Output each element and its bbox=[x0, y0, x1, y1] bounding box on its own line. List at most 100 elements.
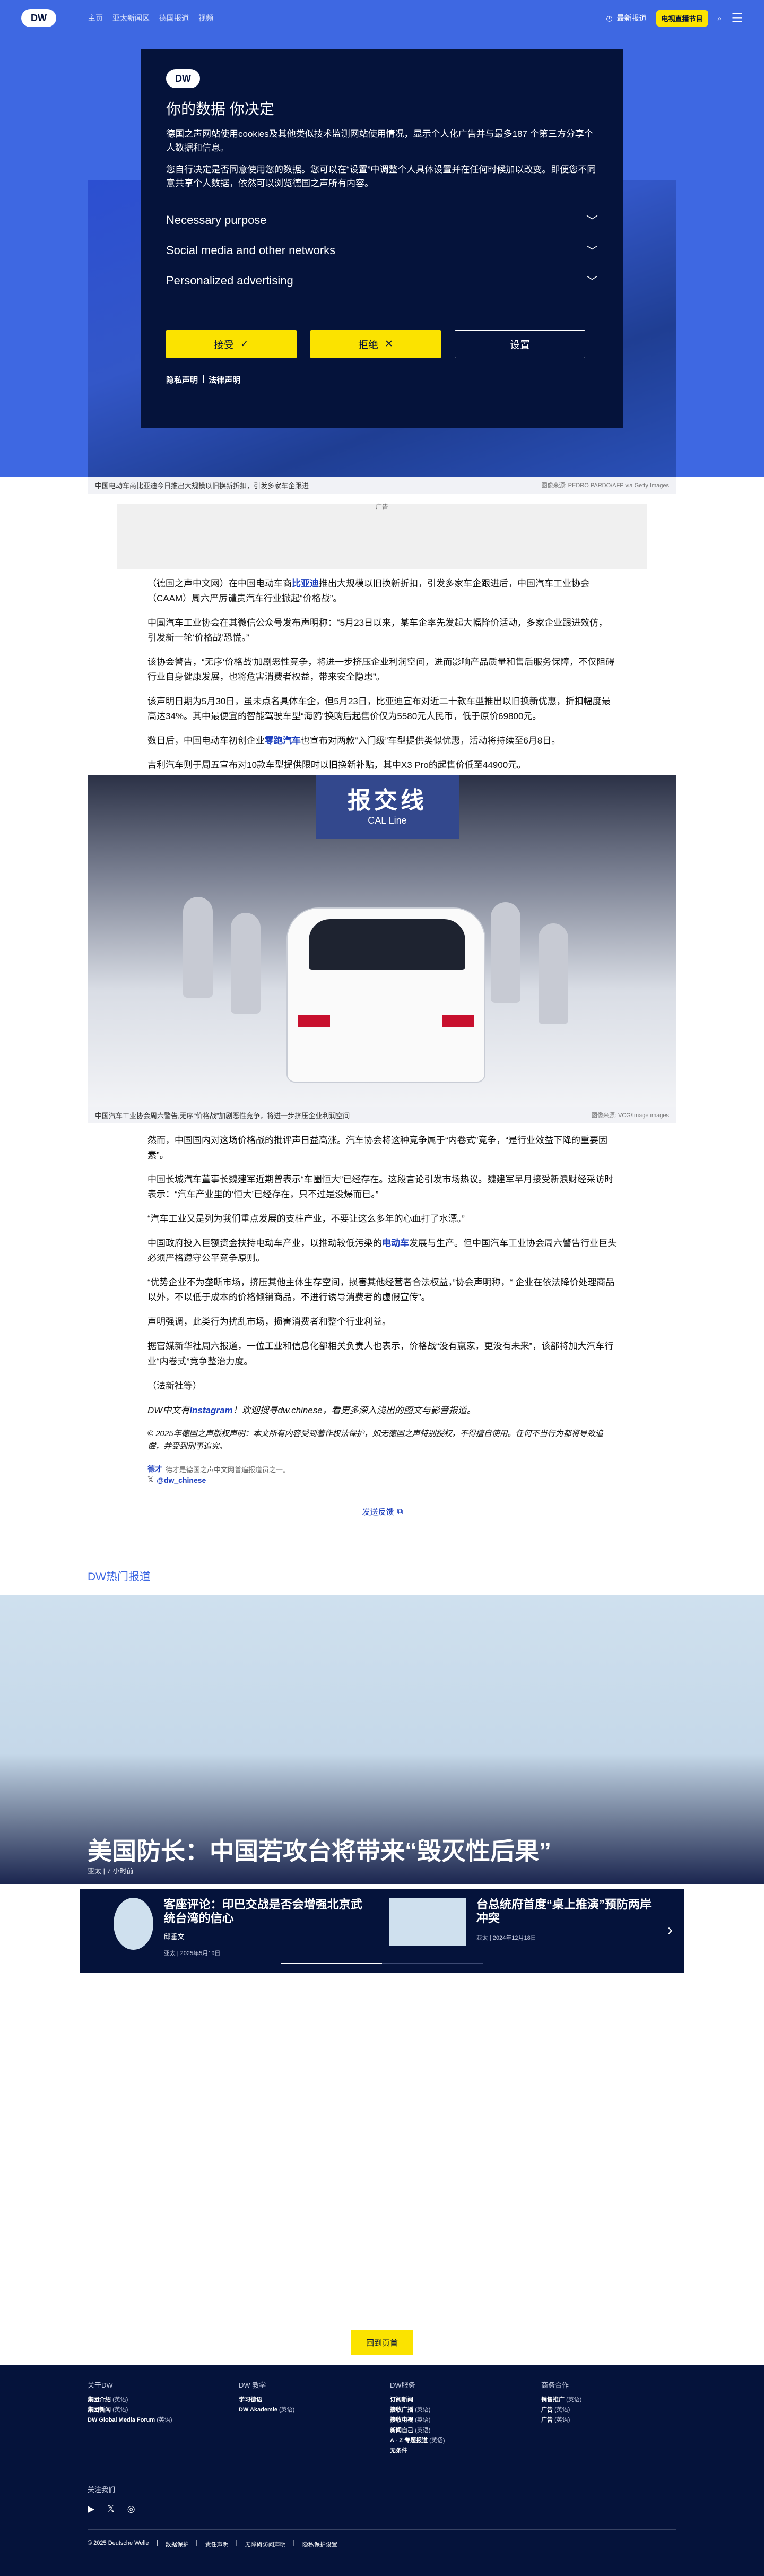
link-ev[interactable]: 电动车 bbox=[382, 1238, 409, 1248]
link-leapmotor[interactable]: 零跑汽车 bbox=[265, 736, 301, 746]
article-paragraph: 数日后，中国电动车初创企业零跑汽车也宣布对两款“入门级”车型提供类似优惠，活动将… bbox=[147, 736, 561, 746]
dw-logo[interactable]: DW bbox=[21, 9, 56, 27]
hero-caption-row: 中国电动车商比亚迪今日推出大规模以旧换新折扣，引发多家车企跟进 图像来源: PE… bbox=[88, 477, 676, 494]
hot-section-title: DW热门报道 bbox=[88, 1571, 151, 1583]
footer-bottom-links: © 2025 Deutsche Welle | 数据保护 | 责任声明 | 无障碍访问… bbox=[88, 2540, 337, 2548]
teaser-carousel: 客座评论：印巴交战是否会增强北京武统台湾的信心 邱垂文 亚太 | 2025年5月… bbox=[80, 1889, 684, 1973]
purpose-advertising[interactable]: Personalized advertising ﹀ bbox=[166, 265, 598, 296]
teaser-meta: 亚太 | 2024年12月18日 bbox=[476, 1934, 536, 1941]
image-worker bbox=[183, 897, 213, 998]
breadcrumb-item[interactable]: 亚太新闻区 bbox=[112, 13, 150, 23]
footer-link[interactable]: 接收广播 (英语) bbox=[390, 2405, 445, 2415]
live-tv-button[interactable]: 电视直播节目 bbox=[656, 10, 708, 27]
footer-link[interactable]: 销售推广 (英语) bbox=[541, 2395, 581, 2405]
footer-link[interactable]: 接收电视 (英语) bbox=[390, 2415, 445, 2425]
teaser-title: 台总统府首度“桌上推演”预防两岸冲突 bbox=[476, 1898, 652, 1925]
footer-column: DW 教学 学习德语 DW Akademie (英语) bbox=[239, 2380, 294, 2415]
footer-legal-link[interactable]: 数据保护 bbox=[166, 2540, 189, 2548]
footer-link[interactable]: 集团新闻 (英语) bbox=[88, 2405, 172, 2415]
article-paragraph: 然而，中国国内对这场价格战的批评声日益高涨。汽车协会将这种竞争属于“内卷式”竞争… bbox=[147, 1135, 607, 1161]
x-icon[interactable]: 𝕏 bbox=[107, 2504, 115, 2514]
image-sign: 报交线 CAL Line bbox=[316, 775, 459, 839]
link-byd[interactable]: 比亚迪 bbox=[292, 578, 319, 589]
article-paragraph: 该声明日期为5月30日，虽未点名具体车企，但5月23日，比亚迪宣布对近二十款车型… bbox=[147, 696, 611, 722]
footer-column: DW服务 订阅新闻 接收广播 (英语) 接收电视 (英语) 新闻自己 (英语) … bbox=[390, 2380, 445, 2456]
reject-button[interactable]: 拒绝 ✕ bbox=[310, 330, 441, 358]
copyright-notice: © 2025年德国之声版权声明：本文所有内容受到著作权法保护，如无德国之声特别授… bbox=[147, 1429, 603, 1451]
purpose-necessary[interactable]: Necessary purpose ﹀ bbox=[166, 205, 598, 235]
feedback-button[interactable]: 发送反馈 ⧉ bbox=[345, 1500, 420, 1523]
image-caption: 中国汽车工业协会周六警告,无序“价格战”加剧恶性竞争，将进一步挤压企业利润空间 bbox=[95, 1111, 350, 1120]
carousel-progress bbox=[281, 1963, 483, 1964]
footer-legal-link[interactable]: 隐私保护设置 bbox=[302, 2540, 337, 2548]
x-icon: 𝕏 bbox=[147, 1475, 154, 1484]
settings-button[interactable]: 设置 bbox=[455, 330, 585, 358]
article-paragraph: 中国汽车工业协会在其微信公众号发布声明称：“5月23日以来，某车企率先发起大幅降… bbox=[147, 618, 608, 643]
link-instagram[interactable]: Instagram bbox=[189, 1405, 232, 1415]
footer-link[interactable]: 订阅新闻 bbox=[390, 2395, 445, 2405]
author-social-row: 𝕏 @dw_chinese bbox=[147, 1475, 206, 1484]
modal-title: 你的数据 你决定 bbox=[166, 101, 274, 117]
footer-link[interactable]: 广告 (英语) bbox=[541, 2405, 581, 2415]
image-car bbox=[286, 907, 485, 1083]
purpose-social-media[interactable]: Social media and other networks ﹀ bbox=[166, 235, 598, 265]
instagram-icon[interactable]: ◎ bbox=[127, 2504, 135, 2514]
footer-link[interactable]: 广告 (英语) bbox=[541, 2415, 581, 2425]
modal-legal-links: 隐私声明 | 法律声明 bbox=[166, 374, 598, 385]
consent-buttons: 接受 ✓ 拒绝 ✕ 设置 bbox=[166, 330, 598, 358]
footer-link[interactable]: 新闻自己 (英语) bbox=[390, 2426, 445, 2436]
image-worker bbox=[539, 923, 568, 1024]
check-icon: ✓ bbox=[240, 339, 249, 350]
hamburger-icon[interactable]: ☰ bbox=[731, 11, 743, 26]
footer-link[interactable]: 学习德语 bbox=[239, 2395, 294, 2405]
footer-link[interactable]: DW Akademie (英语) bbox=[239, 2405, 294, 2415]
site-footer: 关于DW 集团介绍 (英语) 集团新闻 (英语) DW Global Media… bbox=[0, 2365, 764, 2576]
modal-dw-logo: DW bbox=[166, 69, 200, 88]
author-handle[interactable]: @dw_chinese bbox=[157, 1476, 206, 1484]
footer-link[interactable]: 集团介绍 (英语) bbox=[88, 2395, 172, 2405]
footer-legal-link[interactable]: 责任声明 bbox=[205, 2540, 229, 2548]
ad-slot[interactable]: 广告 bbox=[117, 503, 647, 569]
separator: | bbox=[202, 374, 205, 383]
accept-button[interactable]: 接受 ✓ bbox=[166, 330, 297, 358]
article-paragraph: （法新社等） bbox=[147, 1380, 202, 1391]
ad-label: 广告 bbox=[375, 503, 388, 511]
breadcrumb: 主页 亚太新闻区 德国报道 视频 bbox=[88, 13, 213, 23]
chevron-down-icon: ﹀ bbox=[586, 214, 598, 228]
social-links: ▶ 𝕏 ◎ bbox=[88, 2504, 135, 2514]
article-body: （德国之声中文网）在中国电动车商比亚迪推出大规模以旧换新折扣，引发多家车企跟进后… bbox=[147, 576, 617, 782]
article-paragraph: 中国长城汽车董事长魏建军近期曾表示“车圈恒大”已经存在。这段言论引发市场热议。魏… bbox=[147, 1174, 614, 1200]
article-body-continued: 然而，中国国内对这场价格战的批评声日益高涨。汽车协会将这种竞争属于“内卷式”竞争… bbox=[147, 1133, 617, 1463]
chevron-right-icon[interactable]: › bbox=[667, 1921, 673, 1939]
teaser-meta: 亚太 | 2025年5月19日 bbox=[163, 1950, 221, 1957]
back-to-top-button[interactable]: 回到页首 bbox=[351, 2330, 413, 2355]
hot-story-title[interactable]: 美国防长：中国若攻台将带来“毁灭性后果” bbox=[88, 1832, 551, 1867]
bell-icon: ◷ bbox=[606, 13, 613, 22]
teaser-author: 邱垂文 bbox=[163, 1932, 185, 1941]
search-icon[interactable]: ⌕ bbox=[718, 14, 722, 23]
footer-link[interactable]: DW Global Media Forum (英语) bbox=[88, 2415, 172, 2425]
footer-legal-link[interactable]: 无障碍访问声明 bbox=[245, 2540, 286, 2548]
legal-link[interactable]: 法律声明 bbox=[209, 374, 240, 385]
close-icon: ✕ bbox=[385, 339, 393, 350]
latest-news-link[interactable]: ◷ 最新报道 bbox=[606, 13, 646, 23]
author-description: 德才是德国之声中文网普遍报道员之一。 bbox=[166, 1465, 290, 1474]
breadcrumb-item[interactable]: 主页 bbox=[88, 13, 103, 23]
footer-link[interactable]: 无条件 bbox=[390, 2446, 445, 2456]
breadcrumb-item[interactable]: 视频 bbox=[198, 13, 213, 23]
footer-link[interactable]: A - Z 专题报道 (英语) bbox=[390, 2436, 445, 2446]
breadcrumb-item[interactable]: 德国报道 bbox=[159, 13, 189, 23]
chevron-down-icon: ﹀ bbox=[586, 274, 598, 288]
article-paragraph: 吉利汽车则于周五宣布对10款车型提供限时以旧换新补贴，其中X3 Pro的起售价低… bbox=[147, 760, 526, 771]
article-paragraph: “优势企业不为垄断市场，挤压其他主体生存空间，损害其他经营者合法权益，”协会声明… bbox=[147, 1277, 615, 1303]
article-paragraph: DW中文有Instagram！欢迎搜寻dw.chinese，看更多深入浅出的图文… bbox=[147, 1405, 476, 1415]
teaser-item[interactable]: 客座评论：印巴交战是否会增强北京武统台湾的信心 邱垂文 亚太 | 2025年5月… bbox=[114, 1898, 368, 1957]
privacy-link[interactable]: 隐私声明 bbox=[166, 374, 198, 385]
article-paragraph: “汽车工业又是列为我们重点发展的支柱产业，不要让这么多年的心血打了水漂。” bbox=[147, 1214, 465, 1224]
image-worker bbox=[491, 902, 520, 1003]
footer-copyright: © 2025 Deutsche Welle bbox=[88, 2540, 149, 2546]
youtube-icon[interactable]: ▶ bbox=[88, 2504, 94, 2514]
footer-column: 关于DW 集团介绍 (英语) 集团新闻 (英语) DW Global Media… bbox=[88, 2380, 172, 2426]
author-name[interactable]: 德才 bbox=[147, 1464, 162, 1474]
teaser-item[interactable]: 台总统府首度“桌上推演”预防两岸冲突 亚太 | 2024年12月18日 bbox=[389, 1898, 655, 1946]
